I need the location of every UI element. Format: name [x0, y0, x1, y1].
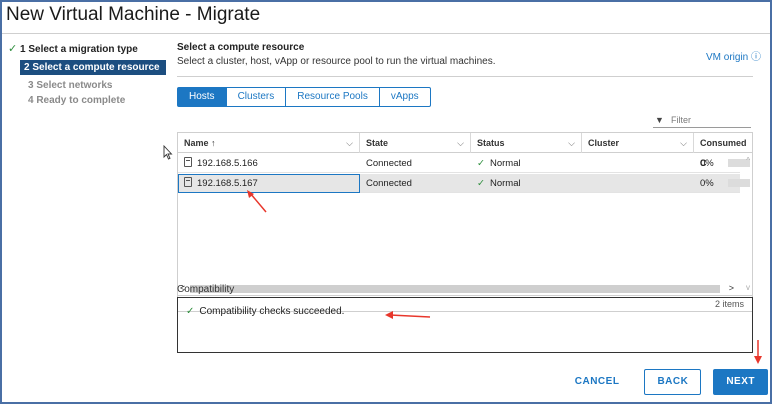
host-name: 192.168.5.166 — [197, 158, 258, 169]
column-label: State — [366, 138, 389, 148]
compatibility-box: ✓ Compatibility checks succeeded. — [177, 297, 753, 353]
horizontal-scrollbar[interactable]: < > — [178, 283, 740, 295]
state-cell: Connected — [366, 178, 412, 189]
column-header-status[interactable]: Status ⌵ — [471, 133, 582, 153]
grid-header: Name ↑ ⌵ State ⌵ Status ⌵ Cluster ⌵ Cons… — [178, 133, 754, 168]
column-header-consumed[interactable]: Consumed C — [694, 133, 754, 168]
dialog-title: New Virtual Machine - Migrate — [6, 4, 261, 25]
resource-tabs: Hosts Clusters Resource Pools vApps — [177, 87, 431, 107]
main-panel: Select a compute resource Select a clust… — [177, 42, 765, 353]
annotation-arrow-next — [754, 340, 762, 364]
annotation-arrow-compatibility — [385, 311, 431, 319]
compatibility-text: Compatibility checks succeeded. — [199, 306, 345, 317]
filter-icon: ▼ — [655, 115, 664, 125]
compatibility-message: ✓ Compatibility checks succeeded. — [186, 306, 344, 317]
scroll-right-icon[interactable]: > — [729, 283, 734, 293]
section-title: Select a compute resource — [177, 42, 305, 53]
status-text: Normal — [489, 158, 521, 169]
checkmark-icon: ✓ — [477, 178, 485, 189]
step-3[interactable]: 3 Select networks — [8, 78, 166, 93]
wizard-steps: ✓ 1 Select a migration type 2 Select a c… — [8, 42, 166, 108]
vm-origin-link[interactable]: VM origin ⓘ — [706, 48, 761, 63]
host-name-cell: 192.168.5.166 — [178, 154, 258, 173]
host-icon — [184, 177, 192, 187]
chevron-down-icon[interactable]: ⌵ — [457, 133, 464, 153]
chevron-down-icon[interactable]: ⌵ — [346, 133, 353, 153]
checkmark-icon: ✓ — [477, 158, 485, 169]
table-row[interactable]: 192.168.5.166 Connected ✓ Normal 0% — [178, 154, 750, 173]
cluster-cell — [582, 154, 588, 173]
usage-bar — [727, 179, 750, 187]
tab-clusters[interactable]: Clusters — [227, 88, 287, 106]
chevron-down-icon[interactable]: ⌵ — [568, 133, 575, 153]
status-cell: ✓ Normal — [471, 154, 521, 173]
checkmark-icon: ✓ — [8, 43, 18, 55]
tab-vapps[interactable]: vApps — [380, 88, 430, 106]
status-text: Normal — [489, 178, 521, 189]
tab-resource-pools[interactable]: Resource Pools — [286, 88, 380, 106]
consumed-cell: 0% — [694, 154, 750, 173]
column-label: Cluster — [588, 138, 620, 148]
host-icon — [184, 157, 192, 167]
mouse-cursor-icon — [163, 144, 173, 163]
annotation-arrow-host — [247, 190, 267, 213]
hosts-grid: Name ↑ ⌵ State ⌵ Status ⌵ Cluster ⌵ Cons… — [177, 132, 753, 312]
step-2[interactable]: 2 Select a compute resource — [20, 60, 166, 75]
chevron-down-icon[interactable]: ⌵ — [680, 133, 687, 153]
column-label: Name ↑ — [184, 138, 216, 148]
column-header-state[interactable]: State ⌵ — [360, 133, 471, 153]
state-cell: Connected — [366, 158, 412, 169]
step-1[interactable]: ✓ 1 Select a migration type — [8, 42, 166, 57]
section-divider — [177, 76, 753, 77]
scroll-up-icon[interactable]: ^ — [746, 156, 750, 165]
filter-input[interactable]: ▼ Filter — [653, 114, 751, 128]
status-cell: ✓ Normal — [471, 174, 521, 193]
back-button[interactable]: BACK — [644, 369, 702, 395]
cancel-button[interactable]: CANCEL — [562, 369, 633, 395]
compatibility-label: Compatibility — [177, 284, 235, 295]
column-header-name[interactable]: Name ↑ ⌵ — [178, 133, 360, 153]
scroll-down-icon[interactable]: v — [746, 283, 750, 292]
cluster-cell — [582, 174, 588, 193]
next-button[interactable]: NEXT — [713, 369, 768, 395]
step-4[interactable]: 4 Ready to complete — [8, 93, 166, 108]
consumed-value: 0% — [700, 158, 714, 169]
column-label: Status — [477, 138, 505, 148]
column-header-cluster[interactable]: Cluster ⌵ — [582, 133, 694, 153]
filter-placeholder: Filter — [671, 115, 691, 125]
checkmark-icon: ✓ — [186, 306, 195, 317]
section-description: Select a cluster, host, vApp or resource… — [177, 56, 496, 67]
wizard-buttons: CANCEL BACK NEXT — [550, 369, 768, 395]
scrollbar-thumb[interactable] — [190, 285, 720, 293]
tab-hosts[interactable]: Hosts — [178, 88, 227, 106]
step-label: 1 Select a migration type — [20, 44, 138, 55]
consumed-cell: 0% — [694, 174, 750, 193]
consumed-value: 0% — [700, 178, 714, 189]
title-divider — [2, 33, 770, 34]
